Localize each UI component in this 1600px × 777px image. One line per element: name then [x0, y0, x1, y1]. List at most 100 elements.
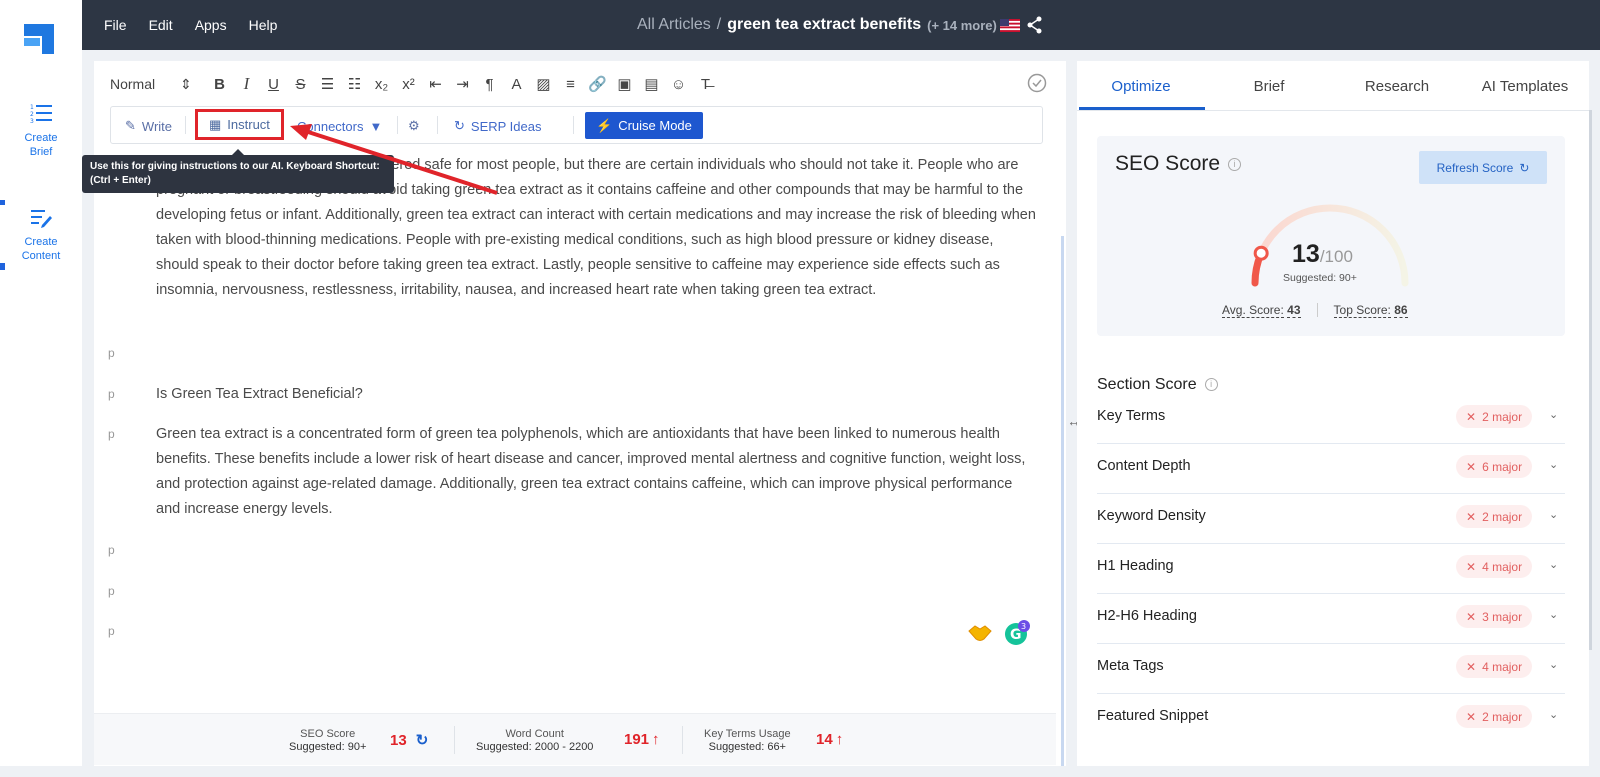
active-tab-indicator — [1079, 107, 1205, 110]
tab-brief[interactable]: Brief — [1205, 78, 1333, 95]
info-icon[interactable]: i — [1228, 157, 1242, 171]
emoji-icon[interactable]: ☺ — [665, 76, 692, 93]
avg-top-scores: Avg. Score: 43 Top Score: 86 — [1222, 303, 1408, 318]
font-color-icon[interactable]: A — [503, 76, 530, 93]
refresh-icon[interactable]: ↻ — [416, 731, 429, 749]
x-icon: ✕ — [1466, 609, 1477, 624]
chevron-down-icon[interactable]: ⌄ — [1549, 408, 1558, 421]
section-name: H1 Heading — [1097, 558, 1174, 574]
grammarly-icon[interactable]: G 3 — [1004, 620, 1030, 646]
footer-wc-number: 191 — [624, 731, 650, 748]
superscript-icon[interactable]: x² — [395, 76, 422, 93]
us-flag-icon[interactable] — [1000, 19, 1020, 32]
select-caret-icon[interactable]: ⇕ — [180, 76, 192, 93]
bullet-list-icon[interactable]: ☷ — [341, 75, 368, 93]
menu-bar: File Edit Apps Help — [104, 17, 277, 33]
outdent-icon[interactable]: ⇤ — [422, 75, 449, 93]
app-logo-icon[interactable] — [24, 24, 54, 54]
footer-kt-value: 14 ↑ — [816, 731, 843, 748]
x-icon: ✕ — [1466, 509, 1477, 524]
panel-scrollbar[interactable] — [1589, 110, 1592, 650]
ai-toolbar: ✎ Write ▦ Instruct Connectors ▼ ⚙ ↻ SERP… — [110, 106, 1043, 144]
top-value: 86 — [1394, 303, 1408, 318]
tab-research[interactable]: Research — [1333, 78, 1461, 95]
paragraph-tag: p — [108, 346, 115, 360]
footer-key-terms: Key Terms Usage Suggested: 66+ — [704, 728, 791, 754]
share-icon[interactable] — [1027, 16, 1043, 34]
seo-score-value: 13/100 — [1292, 240, 1353, 269]
paragraph-tag: p — [108, 387, 115, 401]
footer-word-count: Word Count Suggested: 2000 - 2200 — [476, 728, 593, 754]
seo-score-card: SEO Score i Refresh Score ↻ 13/100 Sugges… — [1097, 136, 1565, 336]
avg-score[interactable]: Avg. Score: 43 — [1222, 303, 1301, 318]
section-row-h2-h6-heading[interactable]: H2-H6 Heading ✕ 3 major ⌄ — [1097, 594, 1565, 644]
background-color-icon[interactable]: ▨ — [530, 75, 557, 93]
x-icon: ✕ — [1466, 659, 1477, 674]
info-icon[interactable]: i — [1204, 378, 1218, 392]
italic-icon[interactable]: I — [233, 74, 260, 94]
subscript-icon[interactable]: x₂ — [368, 76, 395, 93]
menu-edit[interactable]: Edit — [149, 17, 173, 33]
style-select[interactable]: Normal — [110, 76, 180, 92]
top-score[interactable]: Top Score: 86 — [1333, 303, 1408, 318]
rail-create-brief[interactable]: 1 2 3 Create Brief — [0, 101, 82, 159]
rail-label: Brief — [29, 146, 53, 158]
section-row-content-depth[interactable]: Content Depth ✕ 6 major ⌄ — [1097, 444, 1565, 494]
annotation-arrow-icon — [290, 124, 498, 195]
instruct-button[interactable]: ▦ Instruct — [195, 109, 284, 140]
avg-value: 43 — [1287, 303, 1301, 318]
status-badge: ✕ 4 major — [1456, 655, 1533, 678]
paragraph-tag: p — [108, 624, 115, 638]
rail-label: Content — [21, 250, 61, 262]
link-icon[interactable]: 🔗 — [584, 75, 611, 93]
write-button[interactable]: ✎ Write — [125, 114, 172, 138]
underline-icon[interactable]: U — [260, 76, 287, 93]
editor-scrollbar[interactable] — [1061, 236, 1064, 766]
x-icon: ✕ — [1466, 709, 1477, 724]
chevron-down-icon[interactable]: ⌄ — [1549, 508, 1558, 521]
image-icon[interactable]: ▣ — [611, 75, 638, 93]
breadcrumb-more[interactable]: (+ 14 more) — [927, 18, 997, 33]
chevron-down-icon[interactable]: ⌄ — [1549, 558, 1558, 571]
chevron-down-icon[interactable]: ⌄ — [1549, 608, 1558, 621]
video-icon[interactable]: ▤ — [638, 75, 665, 93]
ordered-list-icon[interactable]: ☰ — [314, 75, 341, 93]
bold-icon[interactable]: B — [206, 76, 233, 93]
refresh-score-button[interactable]: Refresh Score ↻ — [1419, 151, 1547, 184]
section-row-meta-tags[interactable]: Meta Tags ✕ 4 major ⌄ — [1097, 644, 1565, 694]
text-direction-icon[interactable]: ¶ — [476, 76, 503, 93]
chevron-down-icon[interactable]: ⌄ — [1549, 658, 1558, 671]
check-circle-icon[interactable] — [1027, 73, 1047, 93]
paragraph[interactable]: Green tea extract is a concentrated form… — [156, 422, 1036, 522]
align-icon[interactable]: ≡ — [557, 76, 584, 93]
menu-help[interactable]: Help — [249, 17, 278, 33]
section-row-h1-heading[interactable]: H1 Heading ✕ 4 major ⌄ — [1097, 544, 1565, 594]
section-row-key-terms[interactable]: Key Terms ✕ 2 major ⌄ — [1097, 394, 1565, 444]
section-row-keyword-density[interactable]: Keyword Density ✕ 2 major ⌄ — [1097, 494, 1565, 544]
badge-text: 2 major — [1482, 409, 1523, 424]
toolbar-divider — [573, 116, 574, 134]
paragraph-tag: p — [108, 427, 115, 441]
cruise-mode-button[interactable]: ⚡ Cruise Mode — [585, 112, 703, 139]
menu-apps[interactable]: Apps — [195, 17, 227, 33]
footer-seo-number: 13 — [390, 731, 407, 749]
paragraph-heading[interactable]: Is Green Tea Extract Beneficial? — [156, 382, 1036, 407]
indent-icon[interactable]: ⇥ — [449, 75, 476, 93]
chevron-down-icon[interactable]: ⌄ — [1549, 708, 1558, 721]
handshake-icon[interactable] — [968, 623, 992, 643]
menu-file[interactable]: File — [104, 17, 127, 33]
avg-label: Avg. Score: — [1222, 303, 1284, 318]
tab-ai-templates[interactable]: AI Templates — [1461, 78, 1589, 95]
status-badge: ✕ 3 major — [1456, 605, 1533, 628]
toolbar-divider — [185, 116, 186, 134]
footer-divider — [454, 726, 455, 754]
tab-optimize[interactable]: Optimize — [1077, 78, 1205, 95]
breadcrumb-all-articles[interactable]: All Articles — [637, 16, 711, 34]
strikethrough-icon[interactable]: S — [287, 76, 314, 93]
clear-format-icon[interactable]: T̶ — [692, 76, 719, 93]
chevron-down-icon[interactable]: ⌄ — [1549, 458, 1558, 471]
section-row-featured-snippet[interactable]: Featured Snippet ✕ 2 major ⌄ — [1097, 694, 1565, 744]
rail-label: Create — [24, 132, 58, 144]
rail-create-content[interactable]: Create Content — [0, 205, 82, 263]
footer-wc-value: 191 ↑ — [624, 731, 660, 748]
